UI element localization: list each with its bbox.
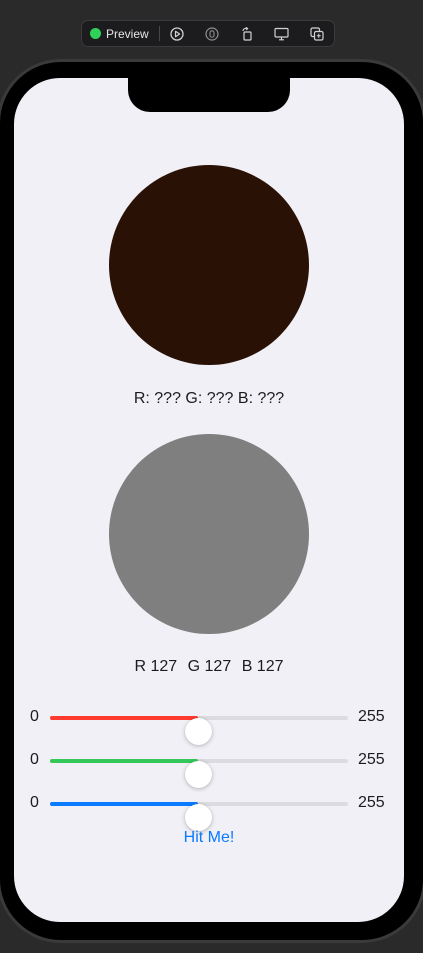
target-color-circle bbox=[109, 165, 309, 365]
duplicate-icon bbox=[309, 26, 324, 41]
device-settings-button[interactable] bbox=[264, 21, 299, 46]
blue-slider-row: 0 255 bbox=[14, 789, 404, 831]
guess-green-value: G 127 bbox=[187, 658, 232, 675]
target-rgb-label: R: ??? G: ??? B: ??? bbox=[133, 390, 285, 407]
green-slider-row: 0 255 bbox=[14, 746, 404, 788]
red-slider[interactable] bbox=[50, 716, 348, 745]
notch bbox=[128, 78, 290, 112]
green-slider[interactable] bbox=[50, 759, 348, 788]
live-status-icon bbox=[90, 28, 101, 39]
preview-label: Preview bbox=[106, 26, 149, 41]
hit-me-button[interactable]: Hit Me! bbox=[159, 826, 259, 850]
red-slider-max-label: 255 bbox=[358, 708, 385, 725]
red-slider-thumb[interactable] bbox=[185, 718, 213, 745]
guess-blue-value: B 127 bbox=[241, 658, 284, 675]
blue-slider-fill bbox=[50, 802, 199, 806]
green-slider-min-label: 0 bbox=[30, 751, 39, 768]
guess-color-circle bbox=[109, 434, 309, 634]
duplicate-button[interactable] bbox=[299, 21, 334, 46]
device-screen: R: ??? G: ??? B: ??? R 127 G 127 B 127 0… bbox=[14, 78, 404, 922]
device-settings-icon bbox=[274, 27, 289, 40]
live-preview-button[interactable] bbox=[160, 21, 195, 46]
rotate-button[interactable] bbox=[229, 21, 264, 46]
canvas: Preview R: ??? G: ??? B: ??? R 127 G 127… bbox=[0, 0, 423, 953]
selectable-icon bbox=[205, 26, 219, 41]
red-slider-row: 0 255 bbox=[14, 703, 404, 745]
red-slider-fill bbox=[50, 716, 199, 720]
blue-slider-max-label: 255 bbox=[358, 794, 385, 811]
preview-button[interactable]: Preview bbox=[82, 21, 159, 46]
guess-red-value: R 127 bbox=[134, 658, 178, 675]
blue-slider-min-label: 0 bbox=[30, 794, 39, 811]
live-preview-icon bbox=[170, 26, 184, 41]
preview-toolbar: Preview bbox=[81, 20, 335, 47]
blue-slider[interactable] bbox=[50, 802, 348, 831]
rotate-icon bbox=[242, 26, 252, 41]
guess-rgb-label: R 127 G 127 B 127 bbox=[14, 658, 404, 676]
green-slider-max-label: 255 bbox=[358, 751, 385, 768]
red-slider-min-label: 0 bbox=[30, 708, 39, 725]
green-slider-fill bbox=[50, 759, 199, 763]
green-slider-thumb[interactable] bbox=[185, 761, 213, 788]
selectable-button[interactable] bbox=[195, 21, 230, 46]
